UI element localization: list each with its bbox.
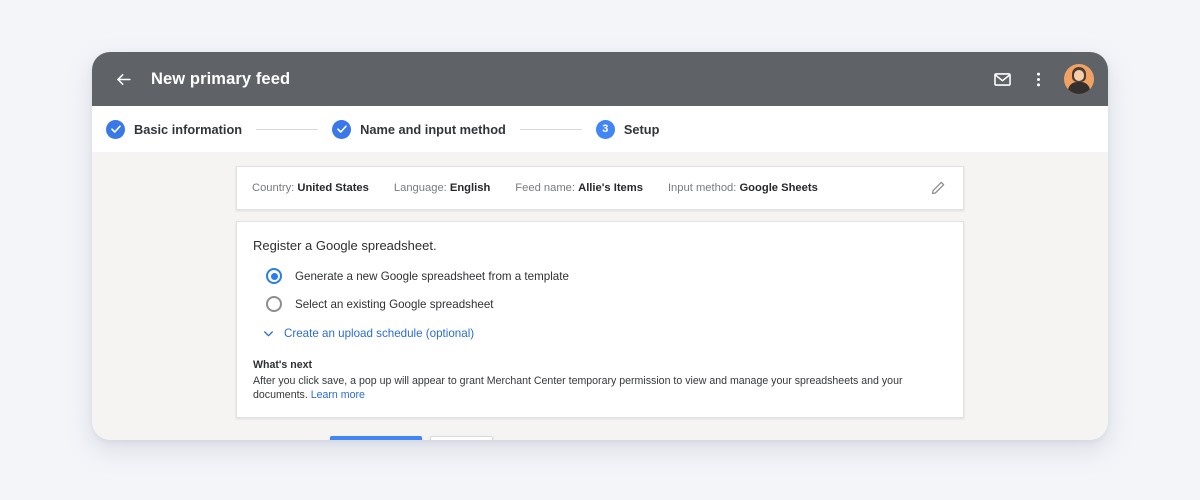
summary-item-feed-name: Feed name: Allie's Items bbox=[515, 182, 643, 194]
content-area: Country: United States Language: English… bbox=[92, 152, 1108, 440]
learn-more-link[interactable]: Learn more bbox=[311, 389, 365, 401]
more-vert-icon[interactable] bbox=[1023, 64, 1053, 94]
mail-icon[interactable] bbox=[987, 64, 1017, 94]
summary-items: Country: United States Language: English… bbox=[252, 182, 923, 194]
stepper: Basic information Name and input method … bbox=[92, 106, 1108, 152]
step-setup[interactable]: 3 Setup bbox=[595, 119, 660, 139]
radio-label: Select an existing Google spreadsheet bbox=[295, 297, 494, 311]
summary-value: United States bbox=[297, 182, 369, 194]
page-title: New primary feed bbox=[151, 69, 291, 88]
summary-label: Country: bbox=[252, 182, 295, 194]
edit-pencil-icon[interactable] bbox=[923, 173, 953, 203]
radio-button-unselected[interactable] bbox=[266, 296, 282, 312]
chevron-down-icon bbox=[264, 331, 273, 337]
action-buttons: CONTINUE BACK bbox=[330, 435, 1108, 440]
register-spreadsheet-card: Register a Google spreadsheet. Generate … bbox=[236, 221, 964, 418]
whats-next-section: What's next After you click save, a pop … bbox=[253, 359, 947, 403]
step-label: Setup bbox=[623, 121, 660, 137]
step-connector bbox=[519, 128, 582, 130]
expander-label: Create an upload schedule (optional) bbox=[284, 327, 475, 340]
feed-summary-card: Country: United States Language: English… bbox=[236, 166, 964, 210]
summary-item-country: Country: United States bbox=[252, 182, 369, 194]
whats-next-body: After you click save, a pop up will appe… bbox=[253, 374, 947, 403]
app-bar-left: New primary feed bbox=[108, 64, 987, 94]
summary-label: Language: bbox=[393, 182, 447, 194]
arrow-back-icon[interactable] bbox=[108, 64, 138, 94]
summary-label: Feed name: bbox=[515, 182, 575, 194]
check-circle-icon bbox=[106, 119, 125, 139]
app-window: New primary feed Basic information Name … bbox=[92, 52, 1108, 440]
step-label: Basic information bbox=[134, 121, 243, 137]
avatar-face bbox=[1074, 70, 1084, 81]
app-bar: New primary feed bbox=[92, 52, 1108, 106]
summary-value: English bbox=[449, 182, 491, 194]
summary-item-language: Language: English bbox=[394, 182, 490, 194]
app-bar-actions bbox=[987, 64, 1094, 94]
radio-option-select-existing[interactable]: Select an existing Google spreadsheet bbox=[266, 291, 947, 317]
avatar-body bbox=[1068, 82, 1090, 94]
step-connector bbox=[256, 128, 319, 130]
back-button[interactable]: BACK bbox=[429, 435, 493, 440]
step-number-badge: 3 bbox=[595, 119, 615, 139]
whats-next-title: What's next bbox=[253, 359, 313, 371]
avatar[interactable] bbox=[1064, 64, 1094, 94]
summary-item-input-method: Input method: Google Sheets bbox=[668, 182, 818, 194]
step-name-and-input-method[interactable]: Name and input method bbox=[332, 119, 506, 139]
continue-button[interactable]: CONTINUE bbox=[330, 435, 422, 440]
summary-value: Google Sheets bbox=[739, 182, 818, 194]
radio-label: Generate a new Google spreadsheet from a… bbox=[295, 269, 569, 283]
step-basic-information[interactable]: Basic information bbox=[106, 119, 243, 139]
radio-button-selected[interactable] bbox=[266, 268, 282, 284]
upload-schedule-expander[interactable]: Create an upload schedule (optional) bbox=[262, 327, 947, 340]
radio-option-generate-new[interactable]: Generate a new Google spreadsheet from a… bbox=[266, 263, 947, 289]
summary-label: Input method: bbox=[667, 182, 737, 194]
check-circle-icon bbox=[332, 119, 352, 139]
step-label: Name and input method bbox=[360, 121, 506, 137]
card-heading: Register a Google spreadsheet. bbox=[253, 238, 437, 253]
summary-value: Allie's Items bbox=[578, 182, 643, 194]
